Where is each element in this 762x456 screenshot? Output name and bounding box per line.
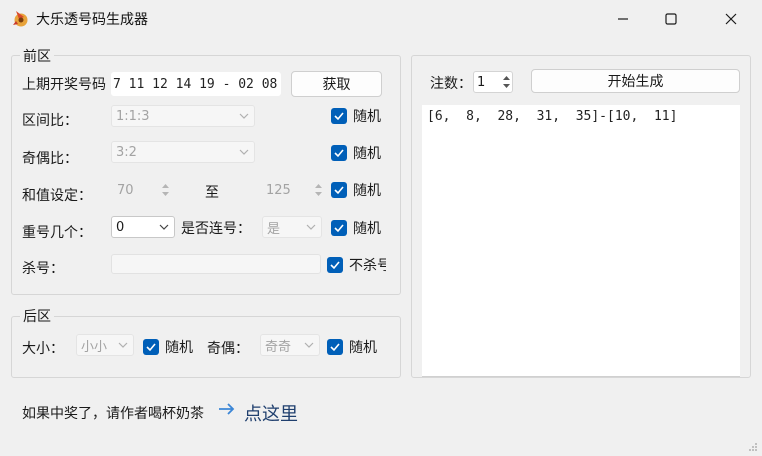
title-bar: 大乐透号码生成器 <box>0 0 762 38</box>
no-kill-checkbox-clip: 不杀号 <box>327 255 386 275</box>
zone-ratio-random-checkbox[interactable]: 随机 <box>331 106 381 126</box>
checkmark-icon <box>143 339 159 355</box>
close-button[interactable] <box>708 0 754 38</box>
kill-input[interactable] <box>111 254 321 274</box>
consecutive-value: 是 <box>267 221 281 237</box>
sum-max-value: 125 <box>266 182 291 198</box>
start-generate-button[interactable]: 开始生成 <box>531 69 740 93</box>
maximize-button[interactable] <box>648 0 694 38</box>
minimize-button[interactable] <box>600 0 646 38</box>
odd-even-label: 奇偶比： <box>22 151 78 167</box>
chevron-down-icon <box>118 342 128 348</box>
consecutive-label: 是否连号： <box>181 221 251 237</box>
size-value: 小小 <box>81 339 108 355</box>
sum-label: 和值设定： <box>22 188 92 204</box>
repeat-select[interactable]: 0 <box>111 216 175 238</box>
zone-ratio-select[interactable]: 1:1:3 <box>111 105 255 127</box>
rocket-app-icon <box>10 8 30 28</box>
sum-to-label: 至 <box>205 185 219 201</box>
minimize-icon <box>617 13 629 25</box>
front-zone-label: 前区 <box>20 46 54 66</box>
sum-min-spinbox[interactable]: 70 <box>111 179 171 201</box>
repeat-label: 重号几个： <box>22 225 92 241</box>
parity-value: 奇奇 <box>265 339 292 355</box>
count-value: 1 <box>477 74 486 90</box>
size-select[interactable]: 小小 <box>76 334 134 356</box>
chevron-down-icon <box>239 149 249 155</box>
last-draw-label: 上期开奖号码 <box>22 77 106 93</box>
result-output[interactable]: [6, 8, 28, 31, 35]-[10, 11] <box>422 105 740 377</box>
chevron-down-icon <box>306 224 316 230</box>
parity-label: 奇偶： <box>207 341 249 357</box>
odd-even-value: 3:2 <box>116 144 137 160</box>
parity-select[interactable]: 奇奇 <box>260 334 320 356</box>
parity-random-checkbox[interactable]: 随机 <box>327 337 377 357</box>
fetch-button[interactable]: 获取 <box>291 71 382 97</box>
checkbox-label: 随机 <box>349 340 377 356</box>
last-draw-input[interactable]: 7 11 12 14 19 - 02 08 <box>111 72 281 96</box>
checkmark-icon <box>331 145 347 161</box>
odd-even-select[interactable]: 3:2 <box>111 141 255 163</box>
checkbox-label: 随机 <box>353 221 381 237</box>
size-label: 大小： <box>22 341 64 357</box>
click-here-link[interactable]: 点这里 <box>244 400 298 426</box>
repeat-value: 0 <box>116 219 125 235</box>
odd-even-random-checkbox[interactable]: 随机 <box>331 143 381 163</box>
zone-ratio-value: 1:1:3 <box>116 108 150 124</box>
no-kill-label: 不杀号 <box>349 258 386 274</box>
checkmark-icon <box>331 220 347 236</box>
last-draw-value: 7 11 12 14 19 - 02 08 <box>113 76 278 92</box>
consecutive-random-checkbox[interactable]: 随机 <box>331 218 381 238</box>
no-kill-checkbox[interactable]: 不杀号 <box>327 255 386 275</box>
spin-arrows-icon[interactable] <box>313 182 324 198</box>
arrow-right-icon <box>218 401 236 421</box>
sum-random-checkbox[interactable]: 随机 <box>331 180 381 200</box>
checkmark-icon <box>331 108 347 124</box>
checkbox-label: 随机 <box>353 109 381 125</box>
kill-label: 杀号： <box>22 261 64 277</box>
checkmark-icon <box>327 257 343 273</box>
size-random-checkbox[interactable]: 随机 <box>143 337 193 357</box>
footer-message: 如果中奖了，请作者喝杯奶茶 <box>22 406 204 422</box>
resize-grip-icon[interactable] <box>746 440 758 456</box>
checkbox-label: 随机 <box>353 146 381 162</box>
spin-arrows-icon[interactable] <box>501 74 512 90</box>
close-icon <box>725 13 737 25</box>
chevron-down-icon <box>304 342 314 348</box>
spin-arrows-icon[interactable] <box>160 182 171 198</box>
consecutive-select[interactable]: 是 <box>262 216 322 238</box>
chevron-down-icon <box>159 224 169 230</box>
checkmark-icon <box>331 182 347 198</box>
zone-ratio-label: 区间比： <box>22 113 78 129</box>
window-title: 大乐透号码生成器 <box>36 12 148 28</box>
chevron-down-icon <box>239 113 249 119</box>
back-zone-label: 后区 <box>20 306 54 326</box>
count-label: 注数： <box>430 76 472 92</box>
sum-min-value: 70 <box>117 182 134 198</box>
checkmark-icon <box>327 339 343 355</box>
footer-message-clip: 如果中奖了，请作者喝杯奶茶 <box>22 401 204 423</box>
sum-max-spinbox[interactable]: 125 <box>260 179 324 201</box>
count-spinbox[interactable]: 1 <box>473 71 513 93</box>
checkbox-label: 随机 <box>353 183 381 199</box>
maximize-icon <box>665 13 677 25</box>
checkbox-label: 随机 <box>165 340 193 356</box>
